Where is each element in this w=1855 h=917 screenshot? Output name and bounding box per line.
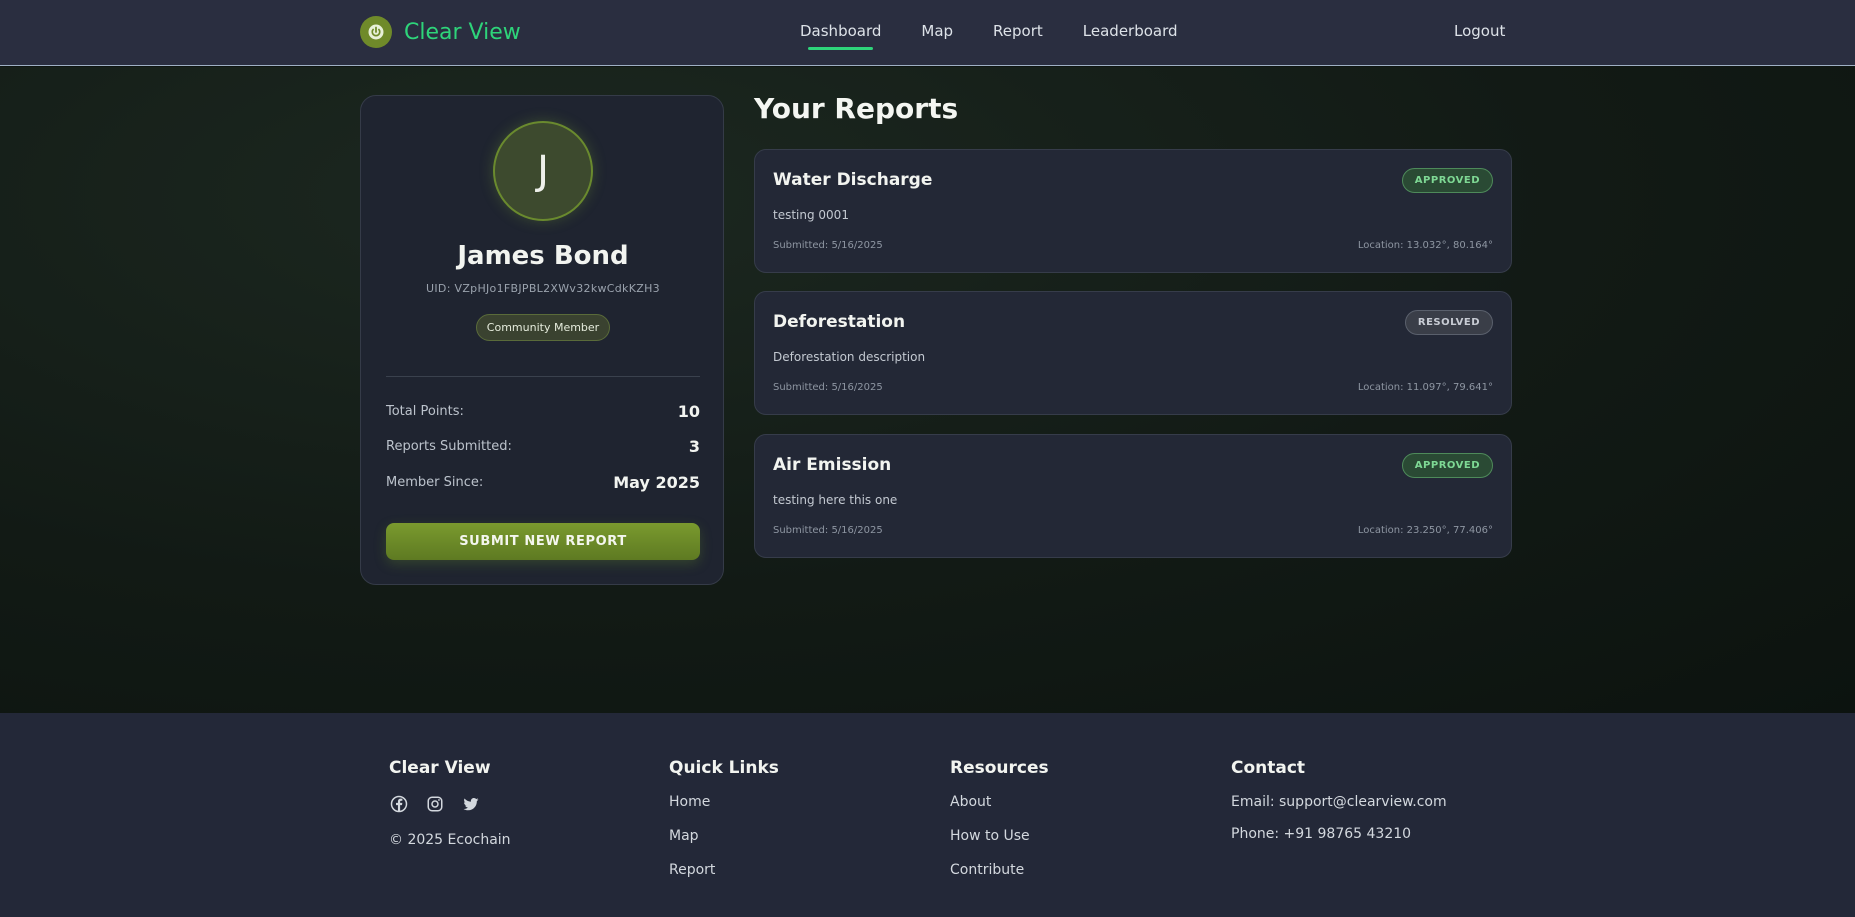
status-badge: APPROVED [1401,453,1493,478]
footer-link-map[interactable]: Map [669,828,779,844]
stat-label: Total Points: [386,404,464,419]
footer-resources-column: Resources About How to Use Contribute [950,758,1049,896]
contact-phone: Phone: +91 98765 43210 [1231,826,1412,842]
facebook-icon[interactable] [389,794,409,814]
contact-email: Email: support@clearview.com [1231,794,1447,810]
instagram-icon[interactable] [425,794,445,814]
report-title: Water Discharge [773,170,933,190]
stat-total-points: Total Points: 10 [386,402,700,421]
nav-links: Dashboard Map Report Leaderboard [800,22,1218,50]
status-badge: APPROVED [1401,168,1493,193]
report-description: Deforestation description [773,350,926,364]
footer: Clear View © 2025 Ecochain Quick Links H… [0,713,1855,917]
stat-label: Reports Submitted: [386,439,512,454]
avatar: J [493,121,593,221]
footer-link-report[interactable]: Report [669,862,779,878]
footer-brand-column: Clear View © 2025 Ecochain [389,758,511,864]
stat-value: 3 [688,437,700,456]
footer-link-how-to-use[interactable]: How to Use [950,828,1049,844]
divider [386,376,700,377]
report-location: Location: 23.250°, 77.406° [1357,525,1493,536]
social-links [389,794,511,814]
nav-link-leaderboard[interactable]: Leaderboard [1083,22,1178,40]
stat-value: May 2025 [613,473,700,492]
report-title: Deforestation [773,312,906,332]
profile-card: J James Bond UID: VZpHJo1FBJPBL2XWv32kwC… [360,95,724,585]
footer-link-home[interactable]: Home [669,794,779,810]
report-submitted-date: Submitted: 5/16/2025 [773,525,883,536]
brand[interactable]: Clear View [360,16,521,48]
nav-link-map[interactable]: Map [921,22,953,40]
report-submitted-date: Submitted: 5/16/2025 [773,382,883,393]
report-card[interactable]: Water Discharge APPROVED testing 0001 Su… [754,149,1512,273]
power-icon [360,16,392,48]
stat-member-since: Member Since: May 2025 [386,473,700,492]
stat-value: 10 [677,402,700,421]
resources-heading: Resources [950,758,1049,778]
report-description: testing here this one [773,493,898,507]
logout-button[interactable]: Logout [1454,22,1505,40]
submit-new-report-button[interactable]: SUBMIT NEW REPORT [386,523,700,560]
footer-link-contribute[interactable]: Contribute [950,862,1049,878]
report-location: Location: 13.032°, 80.164° [1357,240,1493,251]
footer-link-about[interactable]: About [950,794,1049,810]
report-card[interactable]: Air Emission APPROVED testing here this … [754,434,1512,558]
reports-title: Your Reports [754,92,959,125]
navbar: Clear View Dashboard Map Report Leaderbo… [0,0,1855,66]
profile-uid: UID: VZpHJo1FBJPBL2XWv32kwCdkKZH3 [426,282,660,295]
profile-name: James Bond [457,241,629,271]
copyright: © 2025 Ecochain [389,832,511,848]
report-title: Air Emission [773,455,892,475]
stat-reports-submitted: Reports Submitted: 3 [386,437,700,456]
stat-label: Member Since: [386,475,484,490]
report-description: testing 0001 [773,208,849,222]
report-card[interactable]: Deforestation RESOLVED Deforestation des… [754,291,1512,415]
footer-brand: Clear View [389,758,491,778]
brand-name: Clear View [404,19,521,45]
report-submitted-date: Submitted: 5/16/2025 [773,240,883,251]
status-badge: RESOLVED [1404,310,1493,335]
footer-contact-column: Contact Email: support@clearview.com Pho… [1231,758,1447,858]
report-location: Location: 11.097°, 79.641° [1357,382,1493,393]
contact-heading: Contact [1231,758,1306,778]
twitter-icon[interactable] [461,794,481,814]
quick-links-heading: Quick Links [669,758,779,778]
member-badge: Community Member [476,314,610,341]
nav-link-report[interactable]: Report [993,22,1043,40]
footer-quick-links-column: Quick Links Home Map Report [669,758,779,896]
nav-link-dashboard[interactable]: Dashboard [800,22,881,50]
